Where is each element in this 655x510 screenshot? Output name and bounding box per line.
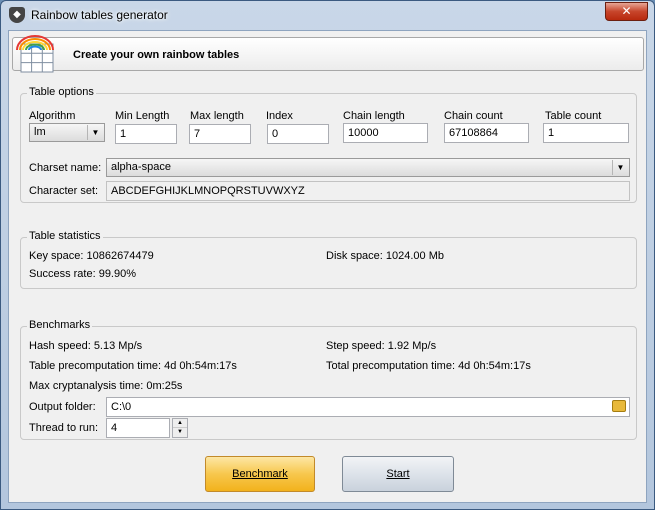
table-count-label: Table count <box>545 110 602 122</box>
spin-down-icon[interactable]: ▼ <box>173 428 187 437</box>
table-options-legend: Table options <box>27 86 96 98</box>
main-window: ◆ Rainbow tables generator ✕ Create your… <box>0 0 655 510</box>
character-set-label: Character set: <box>29 185 99 197</box>
min-length-label: Min Length <box>115 110 170 122</box>
chain-length-label: Chain length <box>343 110 405 122</box>
hash-speed-text: Hash speed: 5.13 Mp/s <box>29 340 143 352</box>
algorithm-value: lm <box>34 126 46 138</box>
chevron-down-icon[interactable]: ▼ <box>87 125 103 140</box>
window-title: Rainbow tables generator <box>31 8 168 22</box>
rainbow-table-icon <box>16 35 54 73</box>
max-length-label: Max length <box>190 110 244 122</box>
algorithm-label: Algorithm <box>29 110 76 122</box>
table-options-group: Table options Algorithm lm ▼ Min Length … <box>20 86 637 203</box>
threads-input[interactable]: 4 <box>106 418 170 438</box>
client-area: Create your own rainbow tables Table opt… <box>8 30 647 503</box>
threads-stepper[interactable]: ▲ ▼ <box>172 418 188 438</box>
benchmarks-group: Benchmarks Hash speed: 5.13 Mp/s Step sp… <box>20 319 637 440</box>
table-statistics-legend: Table statistics <box>27 230 103 242</box>
total-precomputation-text: Total precomputation time: 4d 0h:54m:17s <box>326 360 531 372</box>
output-folder-value: C:\0 <box>111 401 132 413</box>
table-statistics-group: Table statistics Key space: 10862674479 … <box>20 230 637 289</box>
table-precomputation-text: Table precomputation time: 4d 0h:54m:17s <box>29 360 237 372</box>
app-shield-icon[interactable]: ◆ <box>9 7 25 23</box>
charset-name-value: alpha-space <box>111 161 171 173</box>
spin-up-icon[interactable]: ▲ <box>173 419 187 428</box>
banner-title: Create your own rainbow tables <box>73 49 240 61</box>
table-count-input[interactable]: 1 <box>543 123 629 143</box>
header-banner: Create your own rainbow tables <box>12 35 644 73</box>
success-rate-text: Success rate: 99.90% <box>29 268 137 280</box>
disk-space-text: Disk space: 1024.00 Mb <box>326 250 445 262</box>
min-length-input[interactable]: 1 <box>115 124 177 144</box>
start-button[interactable]: Start <box>342 456 454 492</box>
threads-label: Thread to run: <box>29 422 99 434</box>
key-space-text: Key space: 10862674479 <box>29 250 154 262</box>
chevron-down-icon[interactable]: ▼ <box>612 160 628 175</box>
index-input[interactable]: 0 <box>267 124 329 144</box>
close-button[interactable]: ✕ <box>605 2 648 21</box>
charset-name-select[interactable]: alpha-space ▼ <box>106 158 630 177</box>
folder-browse-icon[interactable] <box>612 400 626 412</box>
max-cryptanalysis-text: Max cryptanalysis time: 0m:25s <box>29 380 183 392</box>
max-length-input[interactable]: 7 <box>189 124 251 144</box>
index-label: Index <box>266 110 293 122</box>
charset-name-label: Charset name: <box>29 162 102 174</box>
character-set-field: ABCDEFGHIJKLMNOPQRSTUVWXYZ <box>106 181 630 201</box>
chain-count-label: Chain count <box>444 110 503 122</box>
benchmarks-legend: Benchmarks <box>27 319 93 331</box>
output-folder-input[interactable]: C:\0 <box>106 397 630 417</box>
output-folder-label: Output folder: <box>29 401 96 413</box>
algorithm-select[interactable]: lm ▼ <box>29 123 105 142</box>
chain-length-input[interactable]: 10000 <box>343 123 428 143</box>
step-speed-text: Step speed: 1.92 Mp/s <box>326 340 437 352</box>
chain-count-input[interactable]: 67108864 <box>444 123 529 143</box>
title-bar[interactable]: ◆ Rainbow tables generator ✕ <box>1 1 654 29</box>
benchmark-button[interactable]: Benchmark <box>205 456 315 492</box>
